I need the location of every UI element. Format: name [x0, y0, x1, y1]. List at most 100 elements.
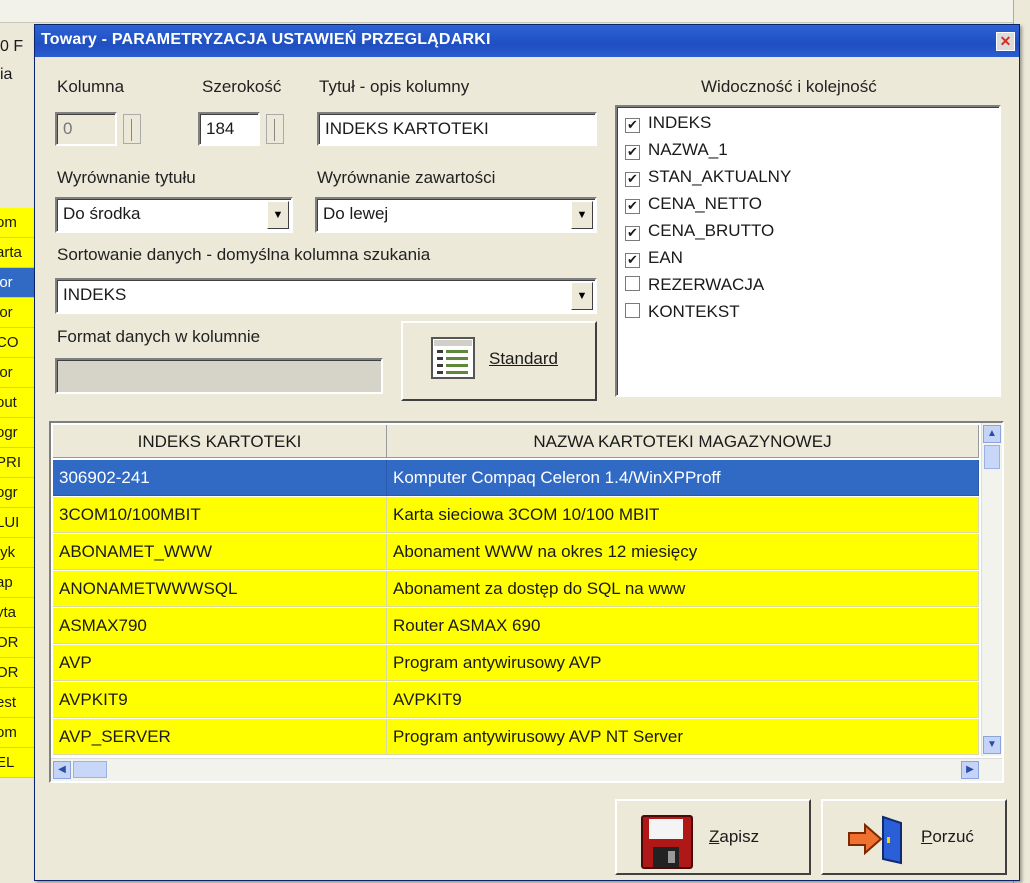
checkbox-checked-icon[interactable]: ✔	[625, 145, 640, 160]
background-list-item: ior	[0, 298, 36, 328]
background-top-text-2: ia	[0, 66, 13, 83]
checkbox-checked-icon[interactable]: ✔	[625, 199, 640, 214]
background-list-item: ior	[0, 358, 36, 388]
vertical-scrollbar[interactable]: ▲ ▼	[981, 423, 1002, 756]
hscroll-thumb[interactable]	[73, 761, 107, 778]
visibility-item[interactable]: ✔ NAZWA_1	[625, 138, 728, 162]
close-button[interactable]: ✕	[996, 32, 1015, 51]
wyrownanie-zawartosci-select[interactable]: Do lewej ▼	[315, 197, 597, 233]
visibility-item-label: CENA_BRUTTO	[648, 221, 775, 240]
checkbox-unchecked-icon[interactable]	[625, 276, 640, 291]
cancel-button-label: Porzuć	[921, 827, 974, 846]
visibility-item[interactable]: ✔ INDEKS	[625, 111, 711, 135]
background-list-item: arta	[0, 238, 36, 268]
cancel-button[interactable]: Porzuć	[821, 799, 1007, 875]
floppy-disk-icon	[641, 815, 693, 869]
horizontal-scrollbar[interactable]: ◀ ▶	[51, 758, 1002, 781]
wyrownanie-tytulu-select[interactable]: Do środka ▼	[55, 197, 293, 233]
kolumna-value: 0	[63, 119, 73, 138]
cell-nazwa[interactable]: Router ASMAX 690	[387, 608, 979, 644]
visibility-item-label: NAZWA_1	[648, 140, 728, 159]
kolumna-field[interactable]: 0	[55, 112, 117, 146]
visibility-item-label: INDEKS	[648, 113, 712, 132]
cell-indeks[interactable]: AVPKIT9	[53, 682, 387, 718]
background-list-item: ogr	[0, 478, 36, 508]
cell-nazwa[interactable]: Abonament za dostęp do SQL na www	[387, 571, 979, 607]
visibility-item[interactable]: KONTEKST	[625, 300, 740, 324]
scroll-up-icon[interactable]: ▲	[983, 425, 1001, 443]
sortowanie-select[interactable]: INDEKS ▼	[55, 278, 597, 314]
standard-button-label: Standard	[489, 349, 558, 368]
cell-nazwa[interactable]: Program antywirusowy AVP NT Server	[387, 719, 979, 755]
standard-button[interactable]: Standard	[401, 321, 597, 401]
chevron-down-icon[interactable]: ▼	[571, 201, 593, 229]
background-list-item: out	[0, 388, 36, 418]
table-row[interactable]: 306902-241 Komputer Compaq Celeron 1.4/Wi…	[51, 460, 981, 496]
visibility-item-label: EAN	[648, 248, 683, 267]
cell-indeks[interactable]: 3COM10/100MBIT	[53, 497, 387, 533]
table-row[interactable]: 3COM10/100MBIT Karta sieciowa 3COM 10/100…	[51, 497, 981, 533]
kolumna-label: Kolumna	[57, 77, 125, 96]
background-list-item: CO	[0, 328, 36, 358]
tytul-field[interactable]: INDEKS KARTOTEKI	[317, 112, 597, 146]
table-row[interactable]: AVP Program antywirusowy AVP	[51, 645, 981, 681]
data-grid[interactable]: INDEKS KARTOTEKI NAZWA KARTOTEKI MAGAZYN…	[49, 421, 1004, 783]
background-list-item: yta	[0, 598, 36, 628]
table-row[interactable]: ABONAMET_WWW Abonament WWW na okres 12 mi…	[51, 534, 981, 570]
cell-indeks[interactable]: ANONAMETWWWSQL	[53, 571, 387, 607]
szerokosc-spinner[interactable]	[266, 114, 284, 144]
column-header-nazwa[interactable]: NAZWA KARTOTEKI MAGAZYNOWEJ	[387, 425, 979, 458]
tytul-label: Tytuł - opis kolumny	[319, 77, 470, 96]
table-row[interactable]: AVPKIT9 AVPKIT9	[51, 682, 981, 718]
checkbox-checked-icon[interactable]: ✔	[625, 226, 640, 241]
cell-nazwa[interactable]: AVPKIT9	[387, 682, 979, 718]
visibility-item[interactable]: ✔ CENA_BRUTTO	[625, 219, 774, 243]
table-row[interactable]: AVP_SERVER Program antywirusowy AVP NT Se…	[51, 719, 981, 755]
visibility-item-label: CENA_NETTO	[648, 194, 762, 213]
cell-indeks[interactable]: ABONAMET_WWW	[53, 534, 387, 570]
cell-indeks[interactable]: 306902-241	[53, 460, 387, 496]
background-window-top	[0, 0, 1030, 23]
parametryzacja-dialog: Towary - PARAMETRYZACJA USTAWIEŃ PRZEGLĄ…	[34, 24, 1020, 881]
visibility-item-label: KONTEKST	[648, 302, 740, 321]
column-header-indeks[interactable]: INDEKS KARTOTEKI	[53, 425, 387, 458]
visibility-item[interactable]: ✔ STAN_AKTUALNY	[625, 165, 791, 189]
checkbox-checked-icon[interactable]: ✔	[625, 118, 640, 133]
scroll-left-icon[interactable]: ◀	[53, 761, 71, 779]
table-row[interactable]: ANONAMETWWWSQL Abonament za dostęp do SQL…	[51, 571, 981, 607]
szerokosc-field[interactable]: 184	[198, 112, 260, 146]
cell-indeks[interactable]: ASMAX790	[53, 608, 387, 644]
scroll-thumb[interactable]	[984, 445, 1000, 469]
scroll-right-icon[interactable]: ▶	[961, 761, 979, 779]
format-field	[55, 358, 383, 394]
scroll-down-icon[interactable]: ▼	[983, 736, 1001, 754]
background-top-text-1: 0 F	[0, 38, 24, 55]
chevron-down-icon[interactable]: ▼	[267, 201, 289, 229]
cell-indeks[interactable]: AVP	[53, 645, 387, 681]
sortowanie-value: INDEKS	[63, 285, 127, 304]
visibility-list[interactable]: ✔ INDEKS ✔ NAZWA_1 ✔ STAN_AKTUALNY ✔ CENA_NETTO…	[615, 105, 1001, 397]
table-row[interactable]: ASMAX790 Router ASMAX 690	[51, 608, 981, 644]
cell-nazwa[interactable]: Komputer Compaq Celeron 1.4/WinXPProff	[387, 460, 979, 496]
cell-nazwa[interactable]: Abonament WWW na okres 12 miesięcy	[387, 534, 979, 570]
wyrownanie-tytulu-value: Do środka	[63, 204, 141, 223]
chevron-down-icon[interactable]: ▼	[571, 282, 593, 310]
visibility-item[interactable]: ✔ CENA_NETTO	[625, 192, 762, 216]
visibility-item-label: REZERWACJA	[648, 275, 765, 294]
save-button-label: Zapisz	[709, 827, 760, 846]
checkbox-unchecked-icon[interactable]	[625, 303, 640, 318]
cell-nazwa[interactable]: Karta sieciowa 3COM 10/100 MBIT	[387, 497, 979, 533]
kolumna-spinner[interactable]	[123, 114, 141, 144]
checkbox-checked-icon[interactable]: ✔	[625, 253, 640, 268]
visibility-item[interactable]: ✔ EAN	[625, 246, 683, 270]
cell-nazwa[interactable]: Program antywirusowy AVP	[387, 645, 979, 681]
checkbox-checked-icon[interactable]: ✔	[625, 172, 640, 187]
widocznosc-label: Widoczność i kolejność	[701, 77, 877, 96]
cell-indeks[interactable]: AVP_SERVER	[53, 719, 387, 755]
wyrownanie-zawartosci-label: Wyrównanie zawartości	[317, 168, 496, 187]
visibility-item[interactable]: REZERWACJA	[625, 273, 764, 297]
save-button[interactable]: Zapisz	[615, 799, 811, 875]
wyrownanie-tytulu-label: Wyrównanie tytułu	[57, 168, 196, 187]
exit-door-icon	[848, 815, 902, 865]
background-list-item: OR	[0, 658, 36, 688]
